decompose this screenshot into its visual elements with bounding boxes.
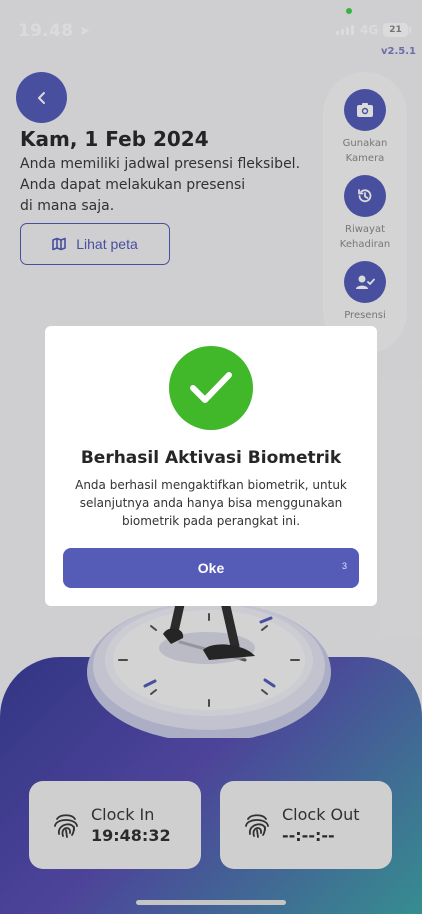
dialog-message: Anda berhasil mengaktifkan biometrik, un… — [75, 478, 347, 528]
ok-button[interactable]: Oke 3 — [63, 548, 359, 588]
success-dialog: Berhasil Aktivasi Biometrik Anda berhasi… — [45, 326, 377, 606]
success-check-icon — [169, 346, 253, 430]
dialog-title: Berhasil Aktivasi Biometrik — [80, 448, 342, 468]
ok-button-label: Oke — [197, 560, 225, 576]
countdown-badge: 3 — [341, 561, 347, 571]
